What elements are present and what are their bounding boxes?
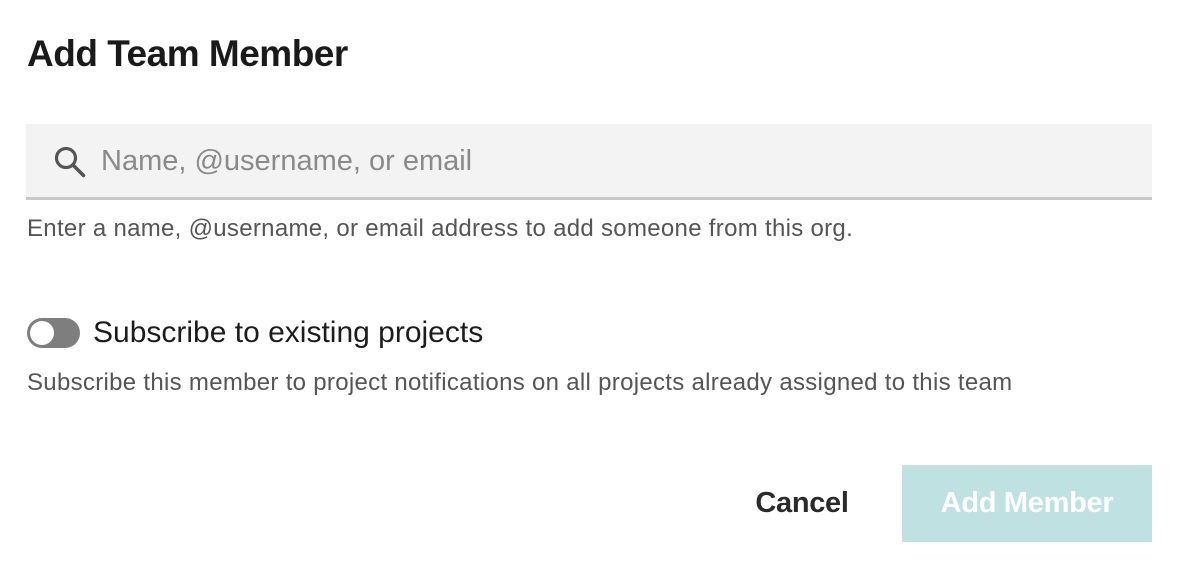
search-help-text: Enter a name, @username, or email addres… [27,215,854,242]
add-member-button[interactable]: Add Member [902,465,1152,542]
toggle-knob [30,321,54,345]
cancel-button[interactable]: Cancel [742,470,862,536]
dialog-title: Add Team Member [27,33,348,74]
search-input[interactable] [101,134,1131,188]
search-icon [54,146,86,178]
subscribe-help-text: Subscribe this member to project notific… [27,369,1013,396]
subscribe-toggle[interactable] [27,318,80,348]
subscribe-toggle-label[interactable]: Subscribe to existing projects [93,314,483,352]
add-team-member-dialog: Add Team Member Enter a name, @username,… [0,0,1180,569]
